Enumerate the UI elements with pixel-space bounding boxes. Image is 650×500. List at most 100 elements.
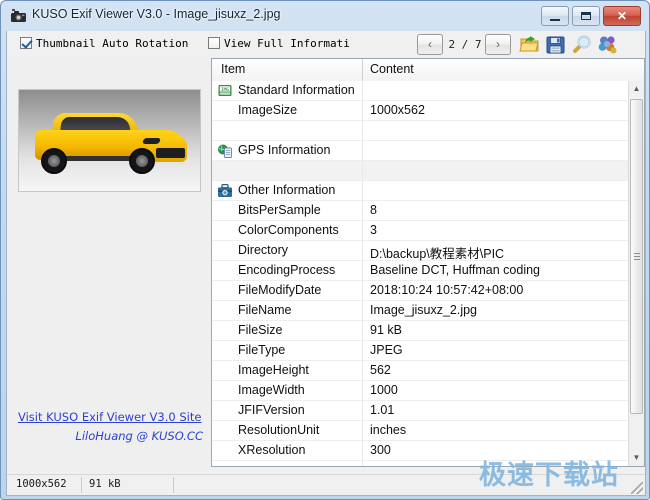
table-row[interactable] (212, 121, 628, 141)
client-area: Thumbnail Auto Rotation View Full Inform… (6, 31, 646, 496)
cell-item: FileSize (238, 323, 283, 337)
scroll-up-arrow-icon[interactable]: ▲ (629, 81, 644, 97)
column-divider-body (362, 81, 363, 466)
scroll-down-arrow-icon[interactable]: ▼ (629, 450, 644, 466)
table-row[interactable]: ResolutionUnit inches (212, 421, 628, 441)
cell-item: JFIFVersion (238, 403, 305, 417)
next-image-button[interactable]: › (485, 34, 511, 55)
checkbox-unchecked-icon (208, 37, 220, 49)
table-row[interactable]: BitsPerSample 8 (212, 201, 628, 221)
cell-item: GPS Information (238, 143, 331, 157)
author-credit: LiloHuang @ KUSO.CC (75, 429, 203, 443)
cell-content: 8 (370, 203, 377, 217)
vertical-scrollbar[interactable]: ▲ ▼ (628, 81, 644, 466)
table-row[interactable]: JFIFVersion 1.01 (212, 401, 628, 421)
table-row[interactable]: FileSize 91 kB (212, 321, 628, 341)
application-window: KUSO Exif Viewer V3.0 - Image_jisuxz_2.j… (0, 0, 650, 500)
window-title: KUSO Exif Viewer V3.0 - Image_jisuxz_2.j… (32, 7, 281, 21)
cell-content: inches (370, 423, 407, 437)
cell-item: FileModifyDate (238, 283, 322, 297)
car-rear-wheel-shape (41, 148, 67, 174)
table-row[interactable]: ColorComponents 3 (212, 221, 628, 241)
table-header-row: Item Content (212, 59, 644, 82)
view-full-information-checkbox[interactable]: View Full Informati (208, 37, 350, 50)
column-header-item[interactable]: Item (221, 62, 245, 76)
cell-content: 3 (370, 223, 377, 237)
table-category-row[interactable]: IMG Standard Information (212, 81, 628, 101)
previous-image-button[interactable]: ‹ (417, 34, 443, 55)
cell-item: ImageWidth (238, 383, 305, 397)
globe-document-icon (217, 143, 233, 159)
thumbnail-auto-rotation-checkbox[interactable]: Thumbnail Auto Rotation (20, 37, 188, 50)
table-row[interactable]: ImageSize 1000x562 (212, 101, 628, 121)
cell-item: Other Information (238, 183, 336, 197)
table-row[interactable]: FileType JPEG (212, 341, 628, 361)
table-row[interactable]: FileName Image_jisuxz_2.jpg (212, 301, 628, 321)
table-row[interactable]: EncodingProcess Baseline DCT, Huffman cod… (212, 261, 628, 281)
table-category-row[interactable]: Other Information (212, 181, 628, 201)
cell-item: FileName (238, 303, 292, 317)
column-header-content[interactable]: Content (370, 62, 414, 76)
cell-content: 1000x562 (370, 103, 425, 117)
table-row[interactable]: FileModifyDate 2018:10:24 10:57:42+08:00 (212, 281, 628, 301)
view-full-information-label: View Full Informati (224, 37, 350, 50)
status-dimensions: 1000x562 (16, 478, 67, 490)
thumbnail-auto-rotation-label: Thumbnail Auto Rotation (36, 37, 189, 50)
camera-case-icon (217, 183, 233, 199)
folder-open-icon[interactable] (519, 34, 541, 55)
close-button[interactable]: ✕ (603, 6, 641, 26)
car-front-wheel-shape (129, 148, 155, 174)
status-divider-2 (173, 477, 174, 493)
cell-item: ResolutionUnit (238, 423, 320, 437)
camera-icon (10, 8, 27, 24)
resize-grip-icon[interactable] (631, 482, 643, 494)
scrollbar-thumb[interactable] (630, 99, 643, 414)
cell-item: Directory (238, 243, 289, 257)
cell-content: 562 (370, 363, 391, 377)
minimize-button[interactable] (541, 6, 569, 26)
img-document-icon: IMG (217, 83, 233, 99)
cell-item: FileType (238, 343, 286, 357)
scrollbar-grip-icon (634, 252, 640, 261)
settings-icon[interactable] (597, 34, 619, 55)
table-row[interactable]: ImageHeight 562 (212, 361, 628, 381)
cell-content: Baseline DCT, Huffman coding (370, 263, 540, 277)
checkbox-checked-icon (20, 37, 32, 49)
maximize-icon (581, 12, 591, 20)
table-body: IMG Standard Information ImageSize 1000x562… (212, 81, 628, 466)
cell-item: BitsPerSample (238, 203, 321, 217)
car-headlight-shape (142, 138, 161, 144)
table-row[interactable]: XResolution 300 (212, 441, 628, 461)
table-row[interactable]: ImageWidth 1000 (212, 381, 628, 401)
minimize-icon (550, 19, 560, 21)
status-bar: 1000x562 91 kB (7, 474, 645, 495)
cell-item: EncodingProcess (238, 263, 336, 277)
cell-item: Standard Information (238, 83, 355, 97)
close-icon: ✕ (616, 9, 628, 23)
table-row[interactable]: Directory D:\backup\教程素材\PIC (212, 241, 628, 261)
save-disk-icon[interactable] (545, 34, 567, 55)
exif-table: Item Content IMG Standard Information Imag… (211, 58, 645, 467)
car-grille-shape (156, 148, 185, 158)
cell-content: 91 kB (370, 323, 402, 337)
cell-item: ColorComponents (238, 223, 339, 237)
toolbar: Thumbnail Auto Rotation View Full Inform… (7, 31, 645, 58)
cell-content: 2018:10:24 10:57:42+08:00 (370, 283, 524, 297)
status-divider (81, 477, 82, 493)
magnifier-icon[interactable] (571, 34, 593, 55)
cell-content: 1.01 (370, 403, 395, 417)
thumbnail-preview[interactable] (18, 89, 201, 192)
cell-content: 1000 (370, 383, 398, 397)
title-bar[interactable]: KUSO Exif Viewer V3.0 - Image_jisuxz_2.j… (1, 1, 650, 31)
cell-content: 300 (370, 443, 391, 457)
column-divider[interactable] (362, 59, 363, 80)
maximize-button[interactable] (572, 6, 600, 26)
cell-item: ImageHeight (238, 363, 309, 377)
thumbnail-panel: Visit KUSO Exif Viewer V3.0 Site LiloHua… (7, 58, 210, 467)
table-row[interactable] (212, 161, 628, 181)
kuso-site-link[interactable]: Visit KUSO Exif Viewer V3.0 Site (18, 410, 203, 424)
cell-content: JPEG (370, 343, 403, 357)
cell-item: ImageSize (238, 103, 298, 117)
cell-item: XResolution (238, 443, 306, 457)
table-category-row[interactable]: GPS Information (212, 141, 628, 161)
